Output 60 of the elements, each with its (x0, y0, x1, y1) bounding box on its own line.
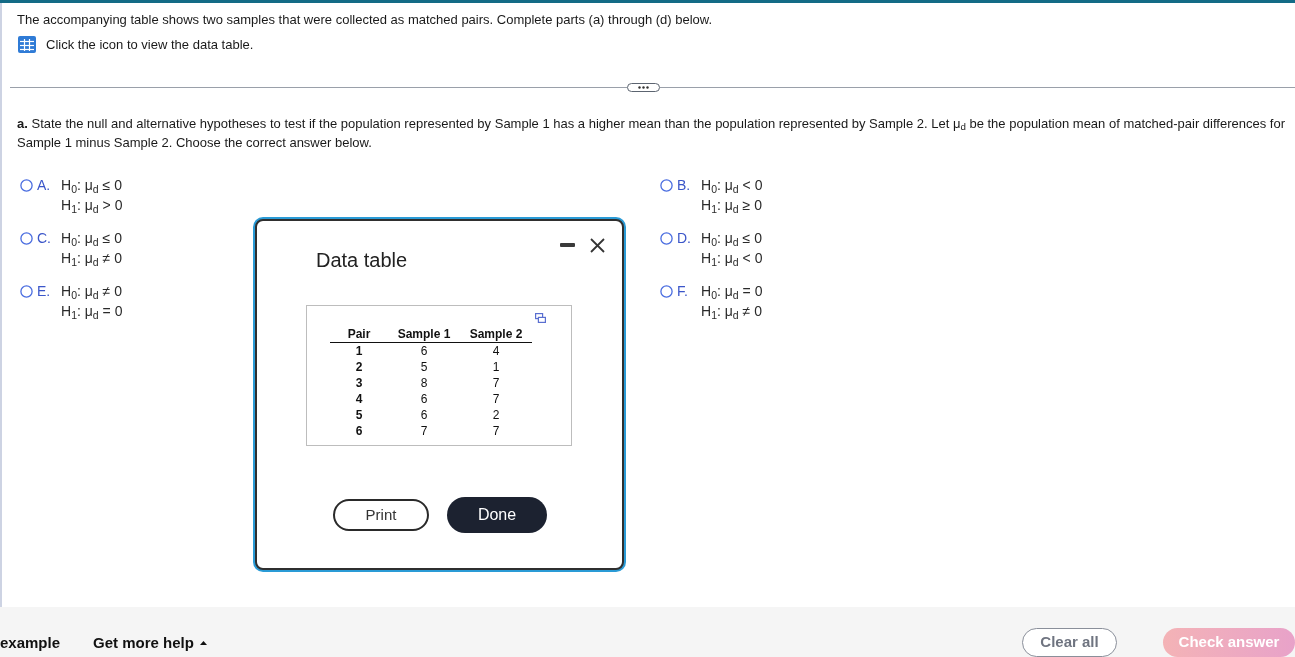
radio-button[interactable] (660, 231, 673, 245)
column-header: Sample 2 (460, 326, 532, 343)
caret-up-icon (199, 640, 207, 645)
table-cell-text: 7 (491, 423, 501, 439)
null-hypothesis-text: H$_{0}$: μ$_{d}$ ≠ 0 (61, 282, 123, 301)
data-table-link-text: Click the icon to view the data table. (46, 36, 254, 53)
print-button[interactable]: Print (333, 499, 429, 531)
dialog-title: Data table (316, 248, 408, 272)
option-letter: D. (677, 229, 692, 248)
radio-button[interactable] (660, 284, 673, 298)
table-cell-text: 5 (354, 407, 364, 423)
table-cell: 1 (330, 342, 388, 359)
overlapping-windows-icon[interactable] (535, 313, 546, 323)
column-header: Pair (330, 326, 388, 343)
get-more-help-button[interactable]: Get more help (93, 628, 207, 657)
null-hypothesis-text: H$_{0}$: μ$_{d}$ = 0 (701, 282, 763, 301)
alternative-hypothesis-text: H$_{1}$: μ$_{d}$ > 0 (61, 196, 123, 215)
radio-button[interactable] (20, 231, 33, 245)
close-icon[interactable] (590, 237, 605, 253)
table-cell: 6 (388, 342, 460, 359)
alternative-hypothesis-text: H$_{1}$: μ$_{d}$ = 0 (61, 302, 123, 321)
table-cell-text: 3 (354, 375, 364, 391)
null-hypothesis-text: H$_{0}$: μ$_{d}$ ≤ 0 (61, 176, 123, 195)
option-letter: A. (37, 176, 52, 195)
table-cell: 4 (460, 342, 532, 359)
done-button[interactable]: Done (447, 497, 547, 533)
option-letter: C. (37, 229, 52, 248)
table-cell-text: 8 (419, 375, 429, 391)
example-link[interactable]: example (0, 628, 61, 657)
option-letter: B. (677, 176, 692, 195)
option-letter: F. (677, 282, 689, 301)
table-cell-text: 2 (354, 359, 364, 375)
alternative-hypothesis-text: H$_{1}$: μ$_{d}$ ≠ 0 (61, 249, 122, 268)
table-cell-text: 2 (491, 407, 501, 423)
table-icon[interactable] (18, 36, 36, 53)
instructions-text: The accompanying table shows two samples that were collected as matched pairs. Complete parts (a) through (d) below. (17, 12, 714, 28)
option-letter: E. (37, 282, 52, 301)
table-cell-text: 7 (491, 375, 501, 391)
expand-toggle-button[interactable] (627, 83, 660, 92)
null-hypothesis-text: H$_{0}$: μ$_{d}$ ≤ 0 (61, 229, 122, 248)
question-text: a. State the null and alternative hypotheses to test if the population represented by Sample 1 has a higher mean than the population represented by Sample 2. Let μ$_{d}$ be the population mean of matched-pair differences for Sample 1 minus Sample 2. Choose the correct answer below. (16, 115, 1286, 152)
table-cell-text: 7 (491, 391, 501, 407)
alternative-hypothesis-text: H$_{1}$: μ$_{d}$ ≥ 0 (701, 196, 763, 215)
null-hypothesis-text: H$_{0}$: μ$_{d}$ ≤ 0 (701, 229, 763, 248)
radio-button[interactable] (660, 178, 673, 192)
table-cell-text: 1 (491, 359, 501, 375)
table-cell-text: 6 (419, 407, 429, 423)
table-cell-text: 6 (354, 423, 364, 439)
table-cell-text: 4 (354, 391, 364, 407)
table-cell-text: 6 (419, 391, 429, 407)
column-header: Sample 1 (388, 326, 460, 343)
clear-all-button[interactable]: Clear all (1022, 628, 1117, 657)
alternative-hypothesis-text: H$_{1}$: μ$_{d}$ < 0 (701, 249, 763, 268)
radio-button[interactable] (20, 178, 33, 192)
ellipsis-icon (638, 86, 649, 89)
table-cell-text: 5 (419, 359, 429, 375)
radio-button[interactable] (20, 284, 33, 298)
table-cell-text: 7 (419, 423, 429, 439)
null-hypothesis-text: H$_{0}$: μ$_{d}$ < 0 (701, 176, 763, 195)
alternative-hypothesis-text: H$_{1}$: μ$_{d}$ ≠ 0 (701, 302, 763, 321)
